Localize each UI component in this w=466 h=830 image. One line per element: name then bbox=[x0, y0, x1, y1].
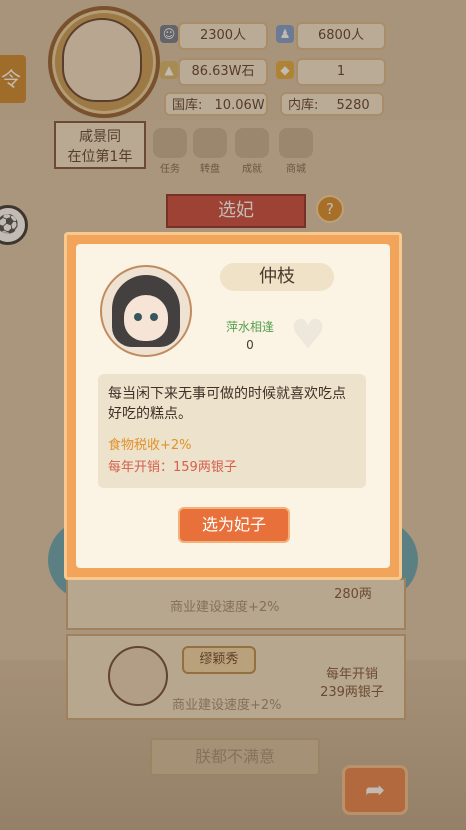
affection-label: 萍水相逢 bbox=[225, 320, 274, 334]
consort-portrait bbox=[100, 265, 192, 357]
consort-buff: 食物税收+2% bbox=[108, 438, 192, 453]
consort-cost: 每年开销：159两银子 bbox=[108, 460, 237, 475]
select-consort-button[interactable]: 选为妃子 bbox=[178, 507, 290, 543]
portrait-face bbox=[124, 295, 168, 341]
portrait-eye bbox=[150, 313, 158, 321]
consort-description: 每当闲下来无事可做的时候就喜欢吃点好吃的糕点。 bbox=[108, 386, 346, 422]
affection-value: 0 bbox=[246, 338, 254, 352]
portrait-eye bbox=[134, 313, 142, 321]
consort-name: 仲枝 bbox=[220, 263, 334, 291]
heart-icon: ♥ bbox=[290, 312, 326, 358]
